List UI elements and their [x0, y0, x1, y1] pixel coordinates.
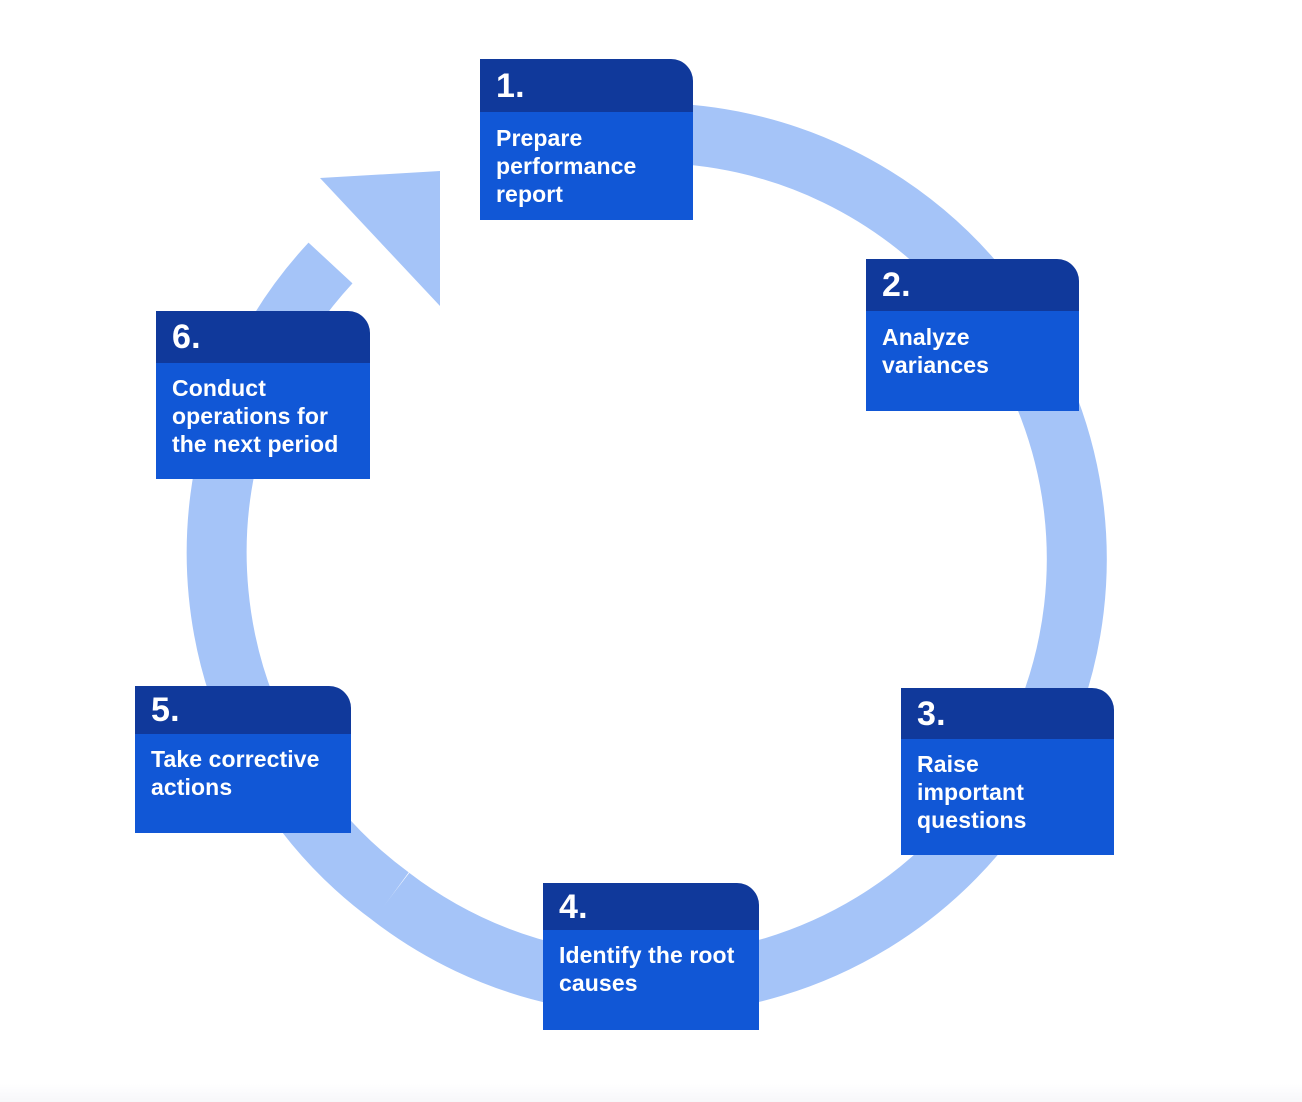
step-card-3[interactable]: 3. Raise important questions	[901, 688, 1114, 855]
step-card-6-number: 6.	[172, 318, 201, 356]
step-card-4-label: Identify the root causes	[559, 942, 735, 997]
step-card-1-header: 1.	[480, 59, 693, 112]
step-card-5-body: Take corrective actions	[135, 734, 351, 833]
step-card-5-number: 5.	[151, 691, 180, 729]
step-card-6[interactable]: 6. Conduct operations for the next perio…	[156, 311, 370, 479]
step-card-1[interactable]: 1. Prepare performance report	[480, 59, 693, 220]
step-card-6-body: Conduct operations for the next period	[156, 363, 370, 479]
step-card-3-body: Raise important questions	[901, 739, 1114, 855]
step-card-5[interactable]: 5. Take corrective actions	[135, 686, 351, 833]
step-card-2-label: Analyze variances	[882, 324, 990, 379]
diagram-canvas: 1. Prepare performance report 2. Analyze…	[0, 0, 1302, 1102]
step-card-2[interactable]: 2. Analyze variances	[866, 259, 1079, 411]
step-card-2-number: 2.	[882, 266, 911, 304]
step-card-5-header: 5.	[135, 686, 351, 734]
step-card-5-label: Take corrective actions	[151, 746, 320, 801]
step-card-2-header: 2.	[866, 259, 1079, 311]
step-card-6-label: Conduct operations for the next period	[172, 375, 339, 458]
step-card-4-number: 4.	[559, 887, 588, 926]
step-card-4-body: Identify the root causes	[543, 930, 759, 1030]
step-card-3-header: 3.	[901, 688, 1114, 739]
step-card-2-body: Analyze variances	[866, 311, 1079, 411]
step-card-1-body: Prepare performance report	[480, 112, 693, 220]
step-card-3-number: 3.	[917, 694, 946, 733]
step-card-3-label: Raise important questions	[917, 751, 1027, 834]
step-card-1-label: Prepare performance report	[496, 125, 637, 208]
bottom-edge-strip	[0, 1084, 1302, 1102]
step-card-4-header: 4.	[543, 883, 759, 930]
step-card-4[interactable]: 4. Identify the root causes	[543, 883, 759, 1030]
step-card-1-number: 1.	[496, 66, 525, 105]
step-card-6-header: 6.	[156, 311, 370, 363]
